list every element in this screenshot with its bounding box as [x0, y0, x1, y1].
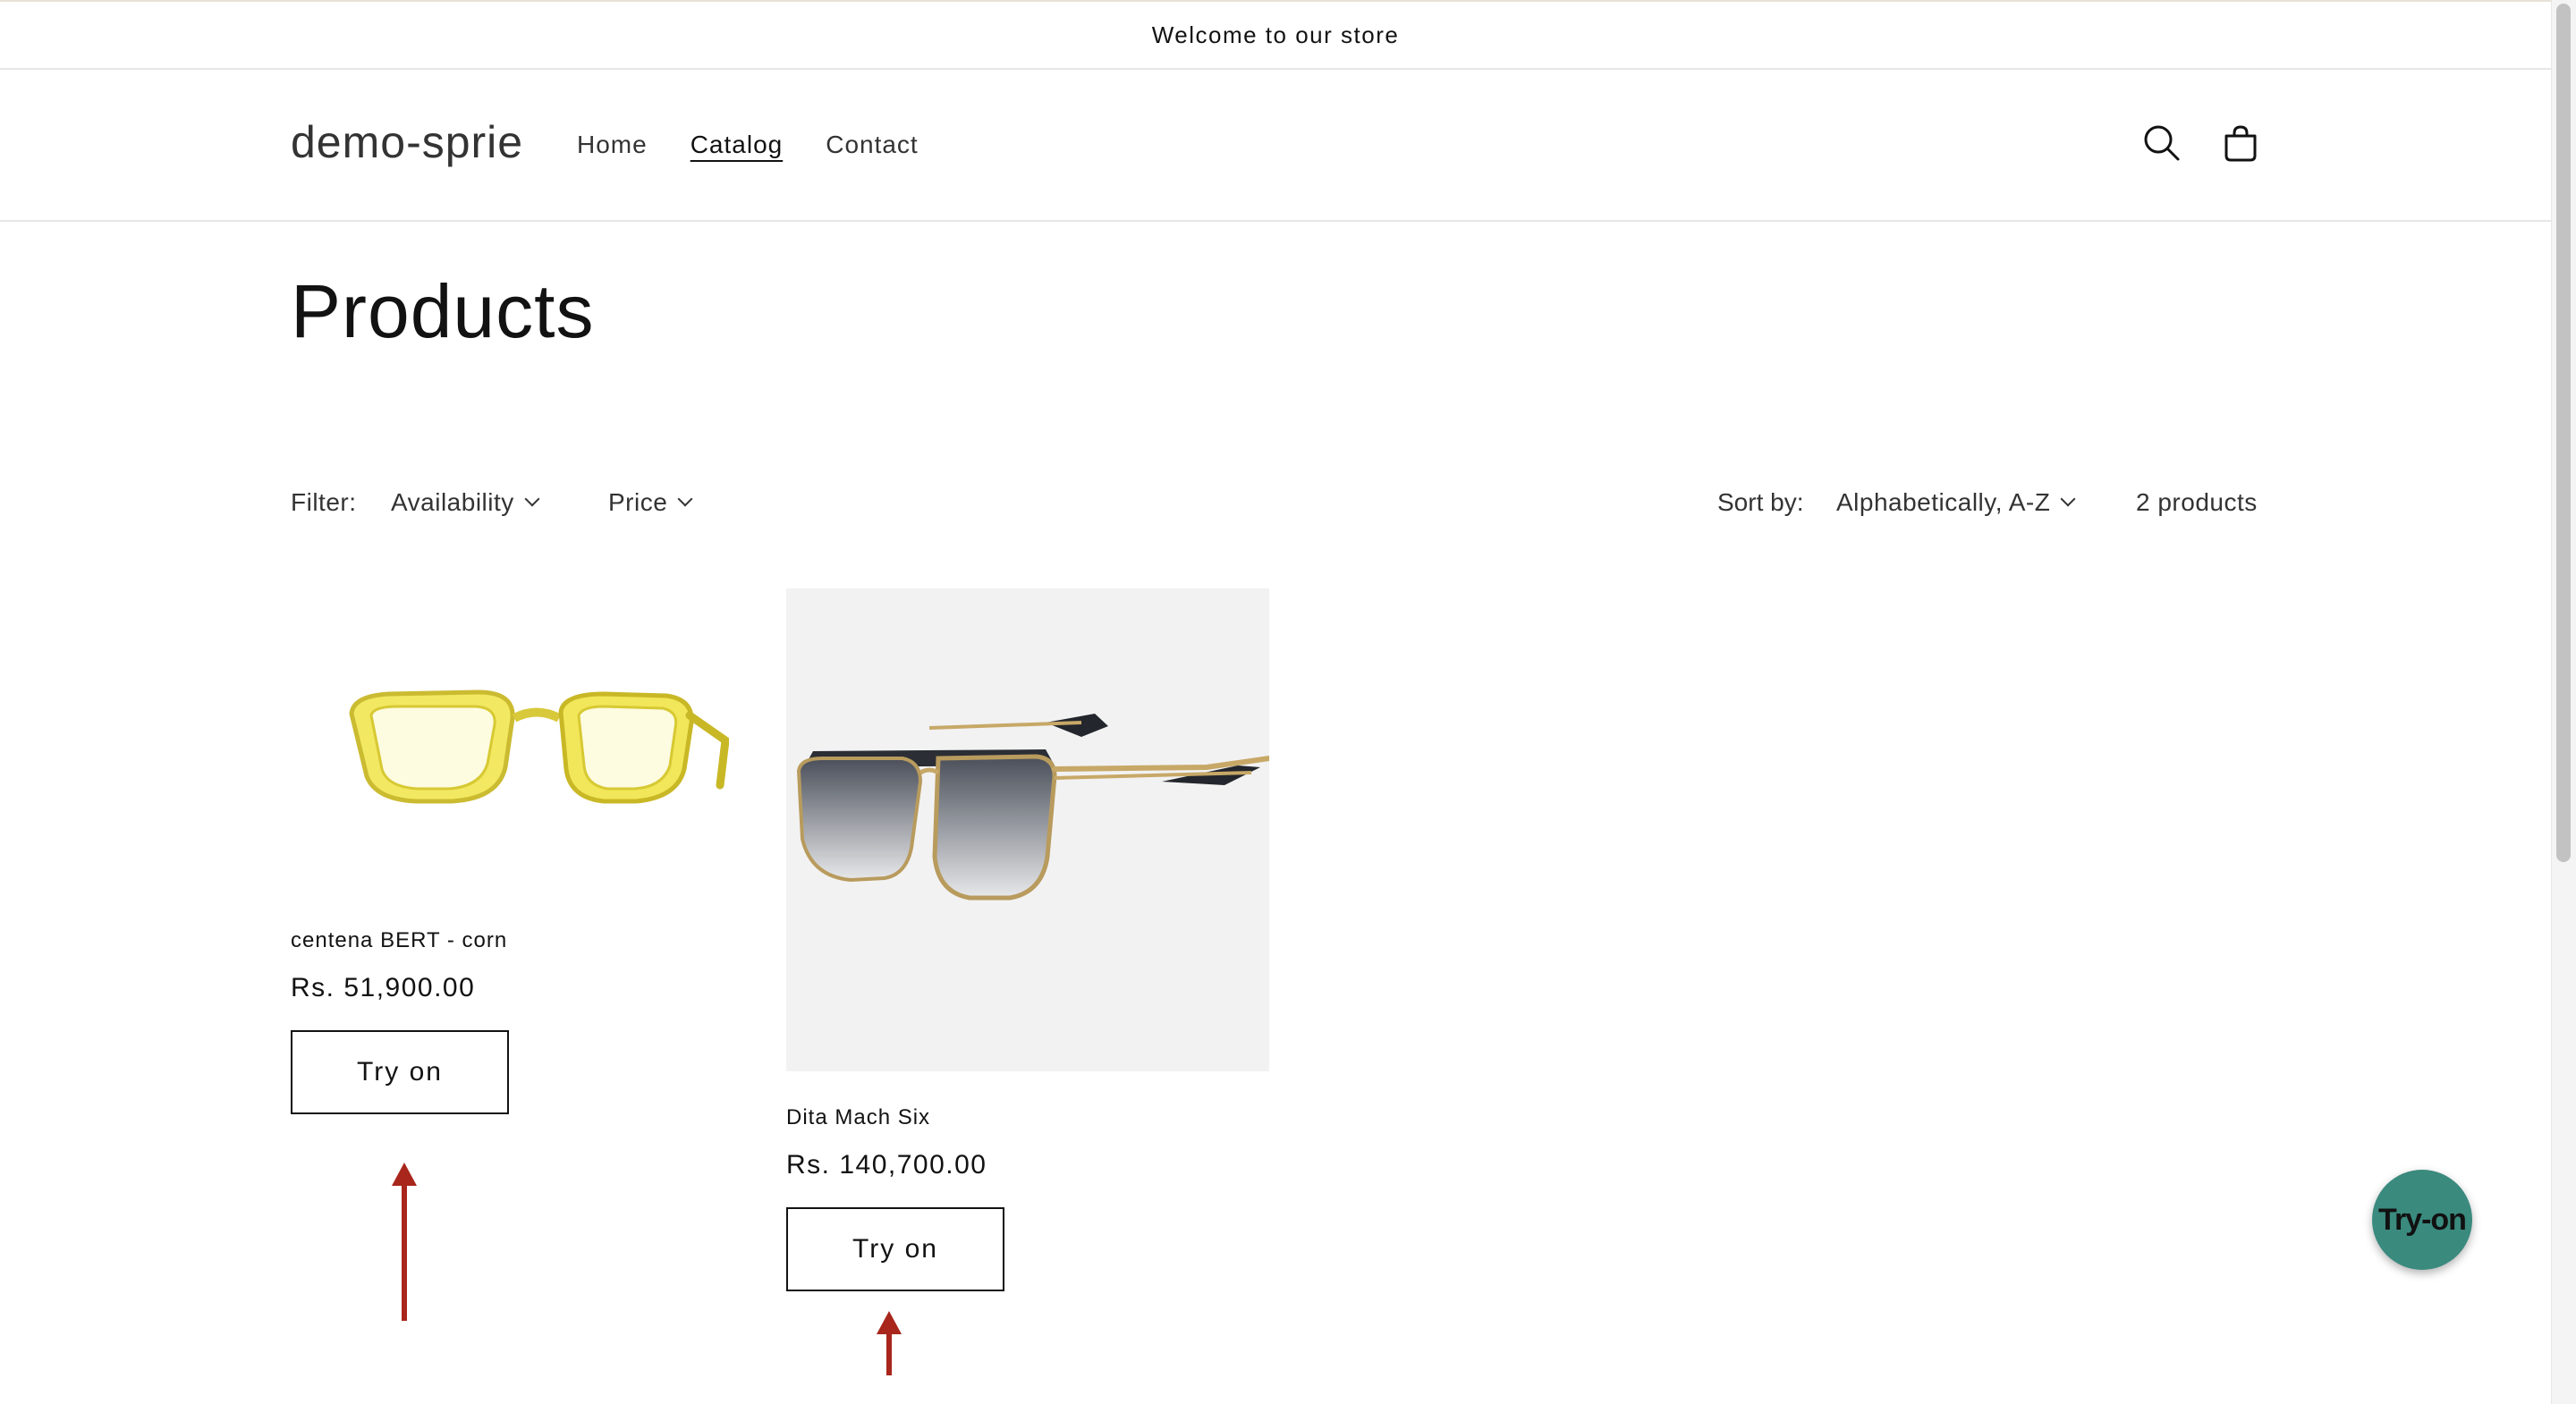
availability-filter[interactable]: Availability — [391, 488, 540, 517]
filter-label: Filter: — [291, 488, 357, 516]
sort-label: Sort by: — [1717, 488, 1804, 516]
aviator-sunglasses-image — [796, 714, 1269, 901]
price-filter-label: Price — [608, 488, 668, 516]
page-title: Products — [291, 269, 595, 353]
chevron-down-icon — [524, 491, 540, 507]
try-on-button[interactable]: Try on — [786, 1207, 1004, 1291]
product-title[interactable]: centena BERT - corn — [291, 928, 774, 953]
store-logo[interactable]: demo-sprie — [291, 116, 523, 168]
chevron-down-icon — [2060, 491, 2076, 507]
product-count: 2 products — [2136, 488, 2258, 516]
try-on-floating-button[interactable]: Try-on — [2372, 1170, 2472, 1270]
main-nav: Home Catalog Contact — [577, 131, 919, 159]
chevron-down-icon — [677, 491, 693, 507]
storefront-page: Welcome to our store demo-sprie Home Cat… — [0, 0, 2576, 1404]
product-image[interactable] — [786, 588, 1269, 1071]
try-on-floating-label: Try-on — [2378, 1202, 2467, 1237]
yellow-eyeglasses-image — [349, 689, 729, 804]
scrollbar-thumb[interactable] — [2556, 4, 2571, 862]
availability-filter-label: Availability — [391, 488, 514, 516]
price-filter[interactable]: Price — [608, 488, 693, 517]
product-card: centena BERT - corn Rs. 51,900.00 Try on — [291, 588, 774, 1114]
red-arrow-up-icon — [877, 1311, 902, 1375]
nav-home[interactable]: Home — [577, 131, 648, 159]
search-icon[interactable] — [2135, 116, 2189, 170]
product-price: Rs. 51,900.00 — [291, 973, 476, 1002]
announcement-text: Welcome to our store — [1151, 21, 1400, 48]
filter-sort-bar: Filter: Availability Price Sort by: Alph… — [291, 488, 2258, 524]
product-title[interactable]: Dita Mach Six — [786, 1105, 1269, 1130]
product-price: Rs. 140,700.00 — [786, 1150, 987, 1180]
product-card: Dita Mach Six Rs. 140,700.00 Try on — [786, 588, 1269, 1291]
nav-contact[interactable]: Contact — [826, 131, 919, 159]
sort-selected-value: Alphabetically, A-Z — [1836, 488, 2051, 516]
cart-icon[interactable] — [2214, 116, 2267, 170]
sort-select[interactable]: Alphabetically, A-Z — [1836, 488, 2076, 517]
nav-catalog[interactable]: Catalog — [691, 131, 784, 159]
product-image[interactable] — [291, 588, 774, 892]
red-arrow-up-icon — [392, 1163, 417, 1321]
try-on-button[interactable]: Try on — [291, 1030, 509, 1114]
announcement-bar: Welcome to our store — [0, 0, 2551, 70]
site-header: demo-sprie Home Catalog Contact — [0, 70, 2551, 222]
